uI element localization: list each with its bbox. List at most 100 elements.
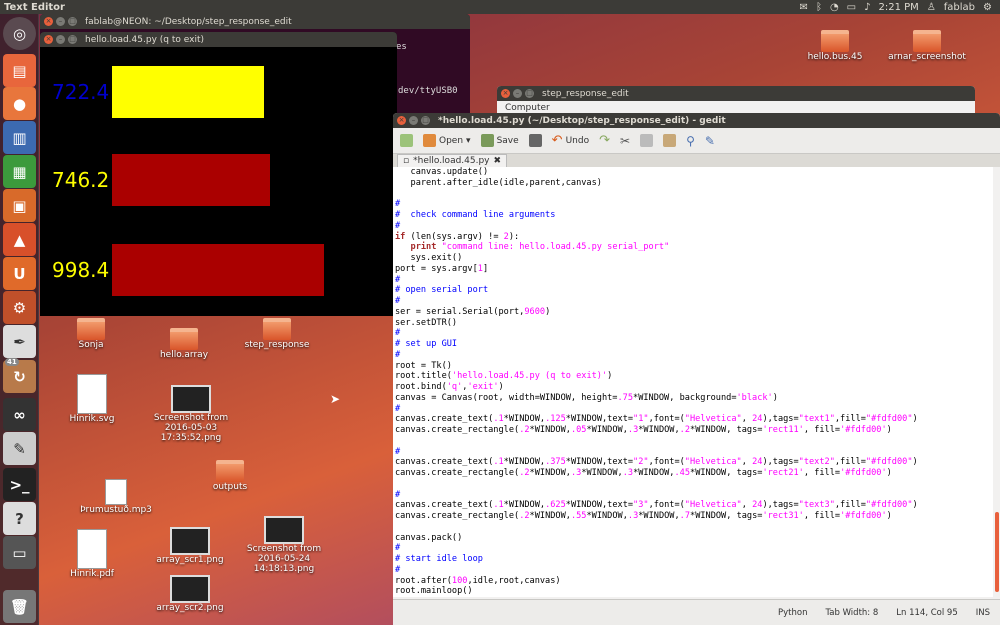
battery-icon[interactable]: ▭ <box>847 2 856 13</box>
reading-bar <box>112 244 324 296</box>
desktop-icon-screenshot-0503[interactable]: Screenshot from 2016-05-03 17:35:52.png <box>145 385 237 443</box>
desktop-icon-screenshot-0524[interactable]: Screenshot from 2016-05-24 14:18:13.png <box>238 516 330 574</box>
desktop-icon-array-scr1[interactable]: array_scr1.png <box>145 527 235 565</box>
desktop-icon-step-response[interactable]: step_response <box>232 318 322 350</box>
launcher-writer[interactable]: ▥ <box>3 121 36 154</box>
gedit-titlebar[interactable]: × – □ *hello.load.45.py (~/Desktop/step_res… <box>393 113 1000 128</box>
desktop-icon-hello-bus[interactable]: hello.bus.45 <box>790 30 880 62</box>
settings-icon: ⚙ <box>12 298 27 317</box>
minimize-icon[interactable]: – <box>56 17 65 26</box>
code-line: canvas.create_rectangle(.2*WINDOW,.3*WIN… <box>395 468 892 478</box>
launcher-trash[interactable]: 🗑 <box>3 590 36 623</box>
code-line: parent.after_idle(idle,parent,canvas) <box>395 177 602 188</box>
copy-button[interactable] <box>637 132 656 149</box>
tab-width-selector[interactable]: Tab Width: 8 <box>826 608 879 618</box>
code-line: if (len(sys.argv) != 2): <box>395 231 520 242</box>
volume-icon[interactable]: ♪ <box>864 2 870 13</box>
file-browser-titlebar[interactable]: × – □ step_response_edit <box>497 86 975 101</box>
maximize-icon[interactable]: □ <box>68 17 77 26</box>
close-icon[interactable]: × <box>397 116 406 125</box>
undo-button[interactable]: ↶ Undo <box>549 131 592 150</box>
clock[interactable]: 2:21 PM <box>879 2 919 13</box>
mail-icon[interactable]: ✉ <box>800 2 808 13</box>
terminal-titlebar[interactable]: × – □ fablab@NEON: ~/Desktop/step_response_… <box>40 14 470 29</box>
replace-button[interactable]: ✎ <box>702 132 718 150</box>
launcher-settings[interactable]: ⚙ <box>3 291 36 324</box>
folder-icon <box>913 30 941 52</box>
scrollbar-thumb[interactable] <box>995 512 999 592</box>
launcher-text-editor[interactable]: ✎ <box>3 432 36 465</box>
desktop-icon-mp3[interactable]: Þrumustuð.mp3 <box>71 479 161 515</box>
desktop-icon-hinrik-svg[interactable]: Hinrik.svg <box>47 374 137 424</box>
desktop-icon-arnar-screenshot[interactable]: arnar_screenshot <box>882 30 972 62</box>
language-selector[interactable]: Python <box>778 608 807 618</box>
launcher-workspaces[interactable]: ▭ <box>3 536 36 569</box>
window-title: hello.load.45.py (q to exit) <box>85 34 204 45</box>
print-button[interactable] <box>526 132 545 149</box>
code-editor[interactable]: canvas.update() parent.after_idle(idle,p… <box>393 167 993 597</box>
graph-titlebar[interactable]: × – □ hello.load.45.py (q to exit) <box>40 32 397 47</box>
code-line: # <box>395 403 401 414</box>
paste-button[interactable] <box>660 132 679 149</box>
launcher-arduino[interactable]: ∞ <box>3 398 36 431</box>
close-icon[interactable]: × <box>44 17 53 26</box>
launcher-calc[interactable]: ▦ <box>3 155 36 188</box>
wifi-icon[interactable]: ◔ <box>830 2 839 13</box>
tab-hello-load[interactable]: ▫ *hello.load.45.py ✖ <box>397 154 508 167</box>
launcher-update-manager[interactable]: ↻ 41 <box>3 358 36 393</box>
redo-button[interactable]: ↷ <box>596 131 613 150</box>
search-button[interactable]: ⚲ <box>683 132 698 150</box>
launcher-software-center[interactable]: ▲ <box>3 223 36 256</box>
desktop-icon-array-scr2[interactable]: array_scr2.png <box>145 575 235 613</box>
firefox-icon: ● <box>12 94 27 113</box>
reading-value: 722.4 <box>52 80 110 104</box>
gear-icon[interactable]: ⚙ <box>983 2 992 13</box>
maximize-icon[interactable]: □ <box>421 116 430 125</box>
image-thumbnail-icon <box>264 516 304 544</box>
arduino-icon: ∞ <box>13 405 26 424</box>
launcher-files[interactable]: ▤ <box>3 54 36 87</box>
desktop-icon-sonja[interactable]: Sonja <box>46 318 136 350</box>
update-count-badge: 41 <box>5 358 19 366</box>
calc-icon: ▦ <box>12 162 27 181</box>
ubuntu-logo-icon: ◎ <box>12 24 27 43</box>
minimize-icon[interactable]: – <box>513 89 522 98</box>
launcher-help[interactable]: ? <box>3 502 36 535</box>
desktop-icon-outputs[interactable]: outputs <box>185 460 275 492</box>
desktop-icon-hinrik-pdf[interactable]: Hinrik.pdf <box>47 529 137 579</box>
launcher-ubuntu-one[interactable]: U <box>3 257 36 290</box>
code-line: print "command line: hello.load.45.py se… <box>410 242 670 253</box>
launcher-inkscape[interactable]: ✒ <box>3 325 36 358</box>
minimize-icon[interactable]: – <box>56 35 65 44</box>
close-icon[interactable]: × <box>44 35 53 44</box>
cut-button[interactable]: ✂ <box>617 132 633 150</box>
new-button[interactable] <box>397 132 416 149</box>
editor-scrollbar[interactable] <box>993 167 1000 597</box>
user-menu[interactable]: fablab <box>944 2 975 13</box>
close-icon[interactable]: × <box>501 89 510 98</box>
open-button[interactable]: Open ▾ <box>420 132 474 149</box>
writer-icon: ▥ <box>12 128 27 147</box>
dash-button[interactable]: ◎ <box>3 17 36 50</box>
gedit-window[interactable]: × – □ *hello.load.45.py (~/Desktop/step_res… <box>393 113 1000 625</box>
replace-icon: ✎ <box>704 133 715 148</box>
active-app-name: Text Editor <box>4 1 65 13</box>
update-icon: ↻ <box>13 367 26 386</box>
reading-value: 998.4 <box>52 258 110 282</box>
bluetooth-icon[interactable]: ᛒ <box>816 2 822 13</box>
graph-canvas: 722.4 746.2 998.4 <box>40 47 397 316</box>
desktop-icon-hello-array[interactable]: hello.array <box>139 328 229 360</box>
reading-bar <box>112 66 265 118</box>
maximize-icon[interactable]: □ <box>525 89 534 98</box>
launcher-terminal[interactable]: >_ <box>3 468 36 501</box>
minimize-icon[interactable]: – <box>409 116 418 125</box>
launcher-impress[interactable]: ▣ <box>3 189 36 222</box>
launcher-firefox[interactable]: ● <box>3 87 36 120</box>
undo-icon: ↶ <box>551 133 563 148</box>
graph-window[interactable]: × – □ hello.load.45.py (q to exit) 722.4 746… <box>40 32 397 316</box>
save-button[interactable]: Save <box>478 132 522 149</box>
close-icon[interactable]: ✖ <box>494 156 502 166</box>
chevron-down-icon[interactable]: ▾ <box>466 136 471 146</box>
code-line: # set up GUI <box>395 339 458 349</box>
maximize-icon[interactable]: □ <box>68 35 77 44</box>
